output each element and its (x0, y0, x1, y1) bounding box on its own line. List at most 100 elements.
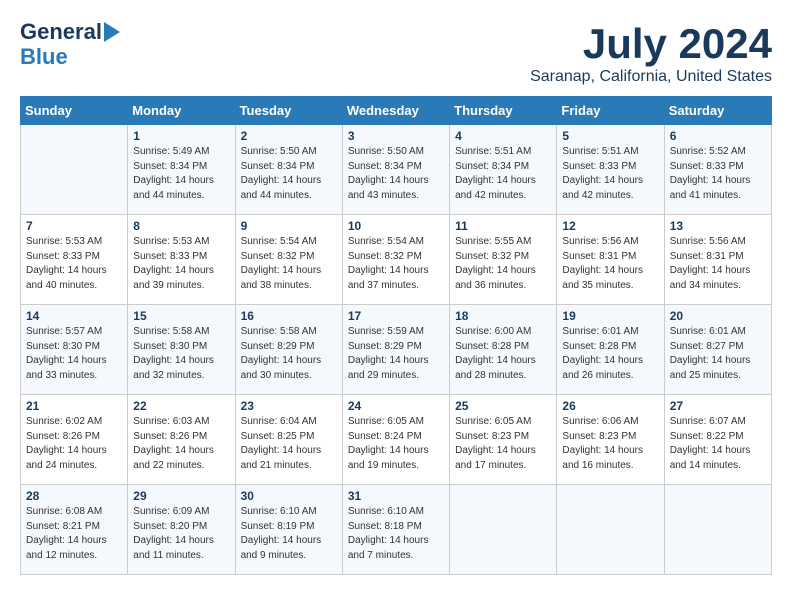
calendar-week-1: 1 Sunrise: 5:49 AM Sunset: 8:34 PM Daylig… (21, 125, 772, 215)
day-info: Sunrise: 6:09 AM Sunset: 8:20 PM Dayligh… (133, 506, 214, 561)
day-info: Sunrise: 6:01 AM Sunset: 8:27 PM Dayligh… (670, 326, 751, 381)
day-info: Sunrise: 6:07 AM Sunset: 8:22 PM Dayligh… (670, 416, 751, 471)
day-info: Sunrise: 5:51 AM Sunset: 8:34 PM Dayligh… (455, 146, 536, 201)
day-number: 5 (562, 129, 658, 143)
day-number: 15 (133, 309, 229, 323)
title-area: July 2024 Saranap, California, United St… (530, 20, 772, 86)
calendar-cell: 12 Sunrise: 5:56 AM Sunset: 8:31 PM Dayli… (557, 215, 664, 305)
day-info: Sunrise: 6:03 AM Sunset: 8:26 PM Dayligh… (133, 416, 214, 471)
calendar-cell: 5 Sunrise: 5:51 AM Sunset: 8:33 PM Daylig… (557, 125, 664, 215)
calendar-cell: 4Sunrise: 5:51 AM Sunset: 8:34 PM Daylig… (450, 125, 557, 215)
subtitle: Saranap, California, United States (530, 68, 772, 86)
calendar-week-5: 28 Sunrise: 6:08 AM Sunset: 8:21 PM Dayli… (21, 485, 772, 575)
calendar-cell: 14 Sunrise: 5:57 AM Sunset: 8:30 PM Dayli… (21, 305, 128, 395)
calendar-cell: 6 Sunrise: 5:52 AM Sunset: 8:33 PM Daylig… (664, 125, 771, 215)
day-info: Sunrise: 6:10 AM Sunset: 8:19 PM Dayligh… (241, 506, 322, 561)
calendar-cell (21, 125, 128, 215)
calendar-week-2: 7Sunrise: 5:53 AM Sunset: 8:33 PM Daylig… (21, 215, 772, 305)
day-number: 26 (562, 399, 658, 413)
calendar-header: SundayMondayTuesdayWednesdayThursdayFrid… (21, 97, 772, 125)
day-number: 21 (26, 399, 122, 413)
column-header-saturday: Saturday (664, 97, 771, 125)
calendar-cell (450, 485, 557, 575)
calendar-cell: 22 Sunrise: 6:03 AM Sunset: 8:26 PM Dayli… (128, 395, 235, 485)
day-number: 29 (133, 489, 229, 503)
day-number: 6 (670, 129, 766, 143)
day-number: 30 (241, 489, 337, 503)
calendar-cell: 7Sunrise: 5:53 AM Sunset: 8:33 PM Daylig… (21, 215, 128, 305)
calendar-cell: 31Sunrise: 6:10 AM Sunset: 8:18 PM Dayli… (342, 485, 449, 575)
day-info: Sunrise: 6:02 AM Sunset: 8:26 PM Dayligh… (26, 416, 107, 471)
day-number: 14 (26, 309, 122, 323)
day-info: Sunrise: 5:54 AM Sunset: 8:32 PM Dayligh… (241, 236, 322, 291)
day-number: 19 (562, 309, 658, 323)
day-number: 20 (670, 309, 766, 323)
calendar-cell: 9 Sunrise: 5:54 AM Sunset: 8:32 PM Daylig… (235, 215, 342, 305)
day-info: Sunrise: 6:05 AM Sunset: 8:24 PM Dayligh… (348, 416, 429, 471)
day-info: Sunrise: 5:51 AM Sunset: 8:33 PM Dayligh… (562, 146, 643, 201)
day-number: 18 (455, 309, 551, 323)
day-info: Sunrise: 6:08 AM Sunset: 8:21 PM Dayligh… (26, 506, 107, 561)
day-info: Sunrise: 5:54 AM Sunset: 8:32 PM Dayligh… (348, 236, 429, 291)
calendar-cell: 2Sunrise: 5:50 AM Sunset: 8:34 PM Daylig… (235, 125, 342, 215)
day-number: 12 (562, 219, 658, 233)
day-info: Sunrise: 5:55 AM Sunset: 8:32 PM Dayligh… (455, 236, 536, 291)
day-info: Sunrise: 5:56 AM Sunset: 8:31 PM Dayligh… (562, 236, 643, 291)
calendar-cell: 17 Sunrise: 5:59 AM Sunset: 8:29 PM Dayli… (342, 305, 449, 395)
main-title: July 2024 (530, 20, 772, 68)
calendar-cell: 26 Sunrise: 6:06 AM Sunset: 8:23 PM Dayli… (557, 395, 664, 485)
day-number: 23 (241, 399, 337, 413)
day-info: Sunrise: 5:56 AM Sunset: 8:31 PM Dayligh… (670, 236, 751, 291)
day-info: Sunrise: 6:10 AM Sunset: 8:18 PM Dayligh… (348, 506, 429, 561)
logo-arrow-icon (104, 22, 120, 42)
day-number: 25 (455, 399, 551, 413)
calendar-cell: 10Sunrise: 5:54 AM Sunset: 8:32 PM Dayli… (342, 215, 449, 305)
day-number: 1 (133, 129, 229, 143)
day-info: Sunrise: 5:52 AM Sunset: 8:33 PM Dayligh… (670, 146, 751, 201)
column-header-friday: Friday (557, 97, 664, 125)
column-header-thursday: Thursday (450, 97, 557, 125)
logo-text-blue: Blue (20, 44, 68, 70)
calendar-cell (557, 485, 664, 575)
day-info: Sunrise: 5:58 AM Sunset: 8:29 PM Dayligh… (241, 326, 322, 381)
calendar-cell: 15 Sunrise: 5:58 AM Sunset: 8:30 PM Dayli… (128, 305, 235, 395)
column-header-monday: Monday (128, 97, 235, 125)
column-header-wednesday: Wednesday (342, 97, 449, 125)
calendar-cell: 23 Sunrise: 6:04 AM Sunset: 8:25 PM Dayli… (235, 395, 342, 485)
day-number: 9 (241, 219, 337, 233)
day-info: Sunrise: 6:01 AM Sunset: 8:28 PM Dayligh… (562, 326, 643, 381)
calendar-cell: 28 Sunrise: 6:08 AM Sunset: 8:21 PM Dayli… (21, 485, 128, 575)
day-info: Sunrise: 5:58 AM Sunset: 8:30 PM Dayligh… (133, 326, 214, 381)
calendar-cell: 30 Sunrise: 6:10 AM Sunset: 8:19 PM Dayli… (235, 485, 342, 575)
day-number: 17 (348, 309, 444, 323)
day-number: 22 (133, 399, 229, 413)
calendar-week-3: 14 Sunrise: 5:57 AM Sunset: 8:30 PM Dayli… (21, 305, 772, 395)
day-info: Sunrise: 5:57 AM Sunset: 8:30 PM Dayligh… (26, 326, 107, 381)
calendar-cell: 21 Sunrise: 6:02 AM Sunset: 8:26 PM Dayli… (21, 395, 128, 485)
day-number: 11 (455, 219, 551, 233)
calendar-cell: 3Sunrise: 5:50 AM Sunset: 8:34 PM Daylig… (342, 125, 449, 215)
page-header: General Blue July 2024 Saranap, Californ… (20, 20, 772, 86)
calendar-cell: 8Sunrise: 5:53 AM Sunset: 8:33 PM Daylig… (128, 215, 235, 305)
day-number: 28 (26, 489, 122, 503)
calendar-cell: 18Sunrise: 6:00 AM Sunset: 8:28 PM Dayli… (450, 305, 557, 395)
calendar-cell: 25 Sunrise: 6:05 AM Sunset: 8:23 PM Dayli… (450, 395, 557, 485)
calendar-cell: 19 Sunrise: 6:01 AM Sunset: 8:28 PM Dayli… (557, 305, 664, 395)
day-info: Sunrise: 6:06 AM Sunset: 8:23 PM Dayligh… (562, 416, 643, 471)
logo-text-general: General (20, 20, 102, 44)
day-info: Sunrise: 5:49 AM Sunset: 8:34 PM Dayligh… (133, 146, 214, 201)
day-info: Sunrise: 6:05 AM Sunset: 8:23 PM Dayligh… (455, 416, 536, 471)
day-number: 8 (133, 219, 229, 233)
day-number: 7 (26, 219, 122, 233)
day-number: 24 (348, 399, 444, 413)
calendar-table: SundayMondayTuesdayWednesdayThursdayFrid… (20, 96, 772, 575)
calendar-cell: 29 Sunrise: 6:09 AM Sunset: 8:20 PM Dayli… (128, 485, 235, 575)
calendar-cell: 1 Sunrise: 5:49 AM Sunset: 8:34 PM Daylig… (128, 125, 235, 215)
day-info: Sunrise: 5:59 AM Sunset: 8:29 PM Dayligh… (348, 326, 429, 381)
day-info: Sunrise: 6:04 AM Sunset: 8:25 PM Dayligh… (241, 416, 322, 471)
day-number: 3 (348, 129, 444, 143)
calendar-cell: 16Sunrise: 5:58 AM Sunset: 8:29 PM Dayli… (235, 305, 342, 395)
day-number: 13 (670, 219, 766, 233)
calendar-cell (664, 485, 771, 575)
column-header-tuesday: Tuesday (235, 97, 342, 125)
